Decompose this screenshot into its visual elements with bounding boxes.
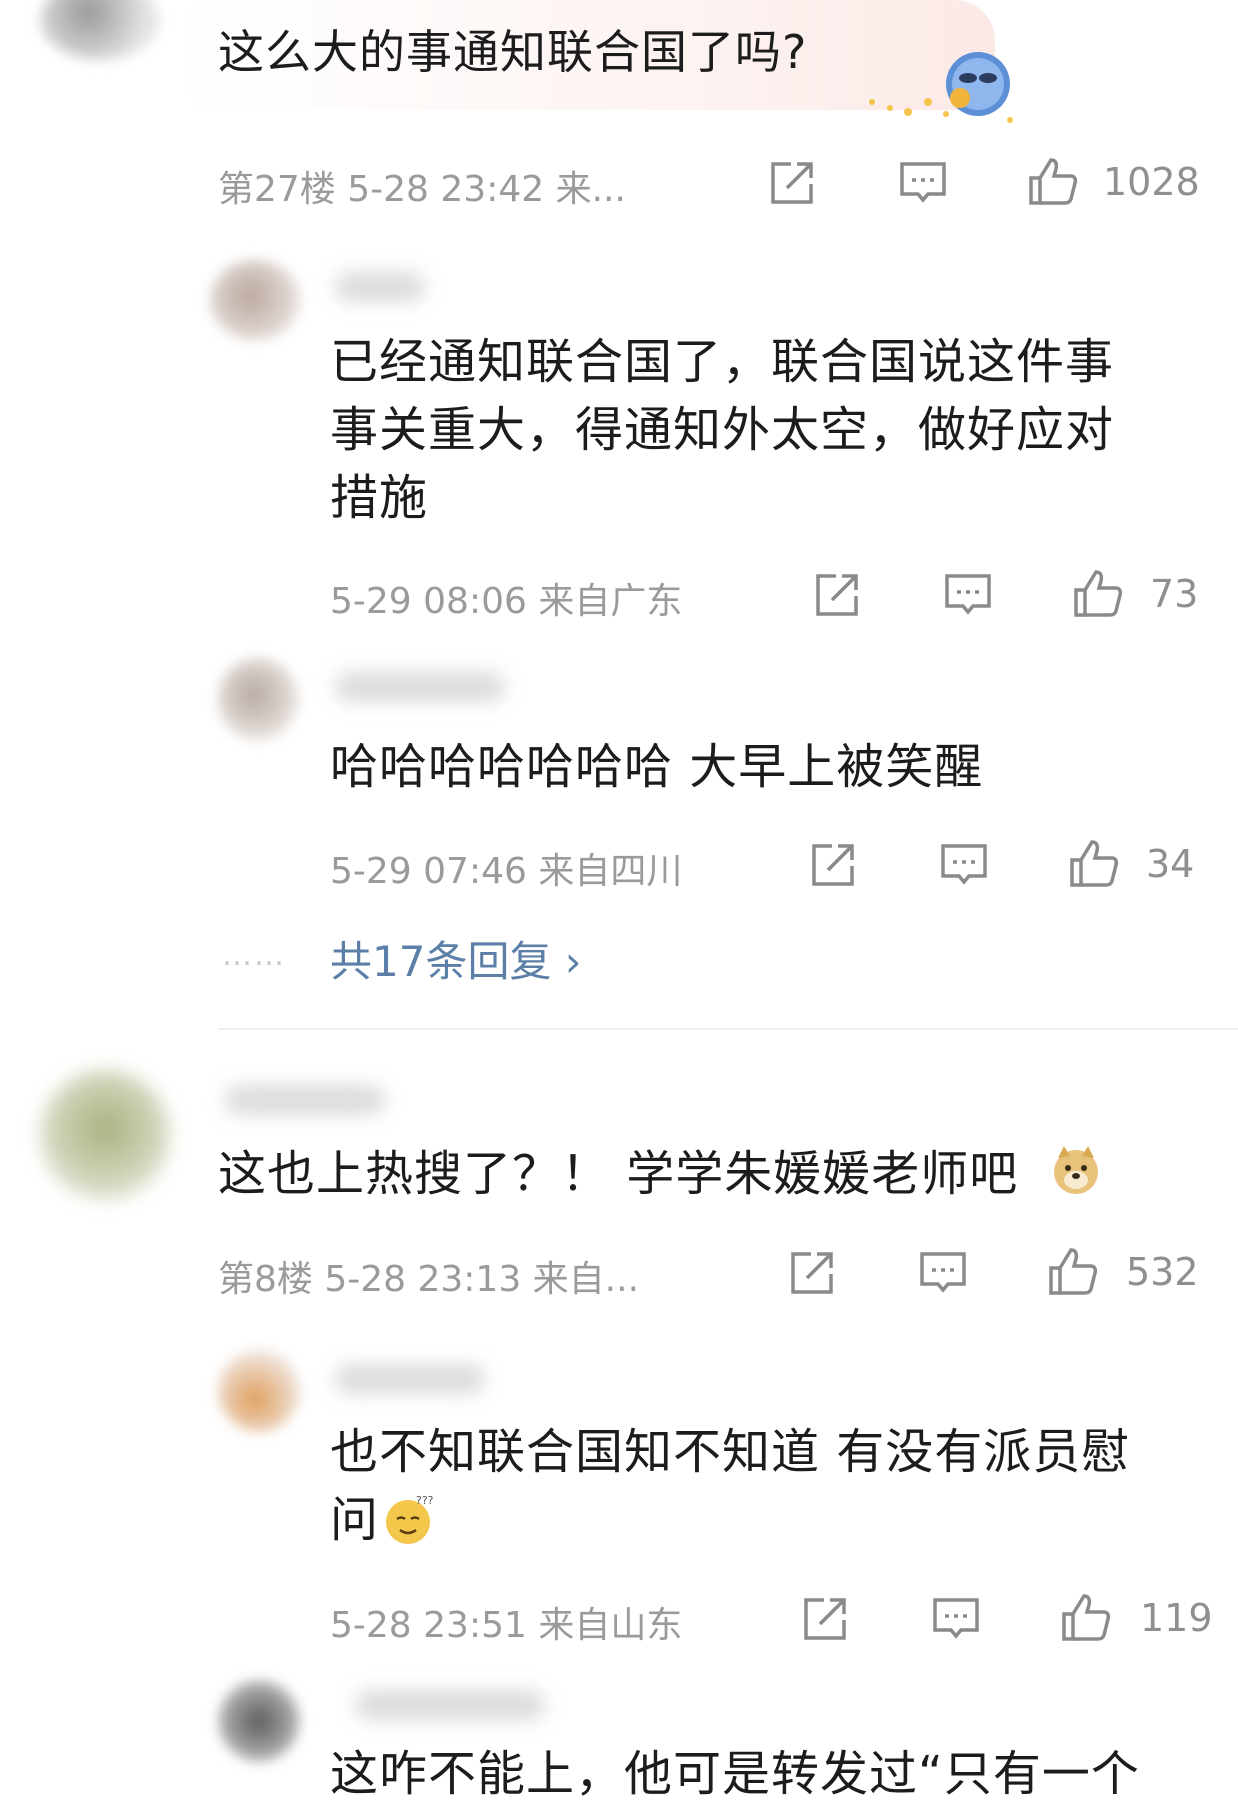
avatar[interactable]: [218, 1350, 300, 1432]
like-count: 532: [1126, 1250, 1199, 1294]
svg-text:???: ???: [416, 1494, 434, 1507]
comment-text-content: 这也上热搜了？！ 学学朱媛媛老师吧: [218, 1146, 1019, 1202]
comment-icon[interactable]: [937, 838, 991, 892]
comment-icon[interactable]: [896, 156, 950, 210]
comment-text: 这么大的事通知联合国了吗?: [218, 25, 808, 79]
avatar[interactable]: [40, 0, 160, 60]
divider: [218, 1028, 1238, 1030]
more-replies-link[interactable]: 共17条回复 ›: [330, 928, 582, 989]
username[interactable]: [335, 272, 425, 302]
reply-text: 哈哈哈哈哈哈哈 大早上被笑醒: [330, 739, 984, 795]
username[interactable]: [355, 1690, 545, 1720]
alien-sticker: [850, 40, 1020, 130]
avatar[interactable]: [40, 1070, 170, 1200]
reply-text-line: 事关重大，得通知外太空，做好应对: [330, 402, 1115, 458]
reply-text-line: 也不知联合国知不知道 有没有派员慰: [330, 1424, 1131, 1480]
like-count: 34: [1146, 842, 1195, 886]
more-dots: ……: [222, 938, 286, 973]
comment-icon[interactable]: [916, 1246, 970, 1300]
reply-meta: 5-29 07:46 来自四川: [330, 851, 683, 892]
reply-text-line: 问: [330, 1492, 380, 1548]
like-icon[interactable]: [1045, 1244, 1099, 1298]
share-icon[interactable]: [798, 1592, 852, 1646]
comment-meta: 第27楼 5-28 23:42 来...: [218, 169, 626, 210]
reply-text-line: 已经通知联合国了，联合国说这件事: [330, 334, 1115, 390]
doge-emoji: [1050, 1144, 1102, 1196]
username[interactable]: [335, 672, 505, 702]
username[interactable]: [225, 1085, 385, 1115]
comment-icon[interactable]: [941, 568, 995, 622]
reply-meta: 5-29 08:06 来自广东: [330, 581, 683, 622]
like-icon[interactable]: [1066, 836, 1120, 890]
share-icon[interactable]: [765, 156, 819, 210]
share-icon[interactable]: [806, 838, 860, 892]
comment-text: 这也上热搜了？！ 学学朱媛媛老师吧: [218, 1140, 1018, 1208]
reply-text: 已经通知联合国了，联合国说这件事 事关重大，得通知外太空，做好应对 措施: [330, 328, 1114, 532]
reply-text-line: 措施: [330, 470, 429, 526]
comment-meta: 第8楼 5-28 23:13 来自...: [218, 1259, 640, 1300]
avatar[interactable]: [218, 1680, 300, 1762]
reply-text: 也不知联合国知不知道 有没有派员慰 问: [330, 1418, 1130, 1554]
reply-text: 这咋不能上，他可是转发过“只有一个: [330, 1746, 1140, 1802]
avatar[interactable]: [218, 658, 298, 740]
share-icon[interactable]: [785, 1246, 839, 1300]
reply-meta: 5-28 23:51 来自山东: [330, 1605, 683, 1646]
like-icon[interactable]: [1025, 154, 1079, 208]
like-count: 73: [1150, 572, 1199, 616]
share-icon[interactable]: [810, 568, 864, 622]
like-icon[interactable]: [1058, 1590, 1112, 1644]
sleepy-emoji: ???: [380, 1492, 436, 1548]
like-count: 1028: [1103, 160, 1200, 204]
username[interactable]: [335, 1364, 485, 1394]
like-count: 119: [1140, 1596, 1213, 1640]
comment-icon[interactable]: [929, 1592, 983, 1646]
like-icon[interactable]: [1070, 566, 1124, 620]
avatar[interactable]: [210, 260, 300, 340]
